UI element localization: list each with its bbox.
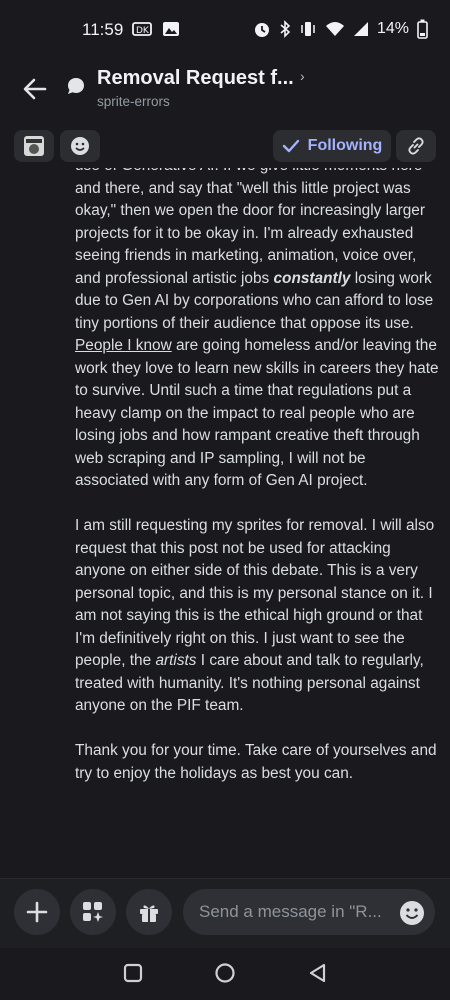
following-label: Following xyxy=(307,137,383,154)
system-nav-bar xyxy=(0,948,450,1000)
message-link[interactable]: People I know xyxy=(75,337,172,354)
message-placeholder: Send a message in "R... xyxy=(199,902,382,921)
emoji-icon[interactable] xyxy=(399,900,425,926)
message-text: are going homeless and/or leaving the wo… xyxy=(75,337,439,489)
channel-name[interactable]: sprite-errors xyxy=(97,94,170,109)
message-composer: Send a message in "R... xyxy=(0,878,450,949)
svg-text:DK: DK xyxy=(136,26,150,36)
copy-link-button[interactable] xyxy=(396,130,436,162)
vibrate-icon xyxy=(301,22,315,36)
home-icon[interactable] xyxy=(214,962,236,984)
wifi-icon xyxy=(325,22,344,36)
back-arrow-icon[interactable] xyxy=(18,72,52,106)
smiley-icon xyxy=(71,137,89,155)
thread-icon xyxy=(68,78,84,94)
status-time: 11:59 xyxy=(82,20,124,39)
checkmark-icon xyxy=(282,139,299,153)
plus-icon xyxy=(26,901,48,923)
chevron-right-icon[interactable]: › xyxy=(300,68,305,84)
message-paragraph: I am still requesting my sprites for rem… xyxy=(75,515,440,718)
message-input[interactable]: Send a message in "R... xyxy=(183,889,435,935)
thread-toolbar: Following xyxy=(0,124,450,168)
gallery-icon xyxy=(163,22,179,36)
thread-header: Removal Request f... › sprite-errors xyxy=(0,58,450,124)
add-reaction-button[interactable] xyxy=(60,130,100,162)
back-nav-icon[interactable] xyxy=(307,962,327,984)
battery-percent: 14% xyxy=(376,20,409,37)
server-emblem-icon xyxy=(24,136,44,156)
add-attachment-button[interactable] xyxy=(14,889,60,935)
battery-icon xyxy=(417,19,428,39)
bluetooth-icon xyxy=(280,20,291,38)
apps-sparkle-icon xyxy=(83,902,103,922)
status-bar: 11:59 DK 14% xyxy=(0,0,450,58)
notification-icon: DK xyxy=(132,22,152,36)
emphasis-text: artists xyxy=(155,652,197,669)
apps-button[interactable] xyxy=(70,889,116,935)
gift-icon xyxy=(140,905,158,922)
recents-icon[interactable] xyxy=(123,963,143,983)
following-button[interactable]: Following xyxy=(273,130,391,162)
message-body: use of Generative AI. If we give little … xyxy=(75,168,440,868)
emphasis-text: constantly xyxy=(273,269,351,287)
message-paragraph: Thank you for your time. Take care of yo… xyxy=(75,742,437,782)
link-icon xyxy=(408,137,424,155)
server-emblem-button[interactable] xyxy=(14,130,54,162)
thread-title[interactable]: Removal Request f... xyxy=(97,67,294,90)
message-text: I am still requesting my sprites for rem… xyxy=(75,517,435,669)
gift-button[interactable] xyxy=(126,889,172,935)
alarm-icon xyxy=(254,23,269,37)
signal-icon xyxy=(353,22,368,36)
message-paragraph: use of Generative AI. If we give little … xyxy=(75,168,440,493)
